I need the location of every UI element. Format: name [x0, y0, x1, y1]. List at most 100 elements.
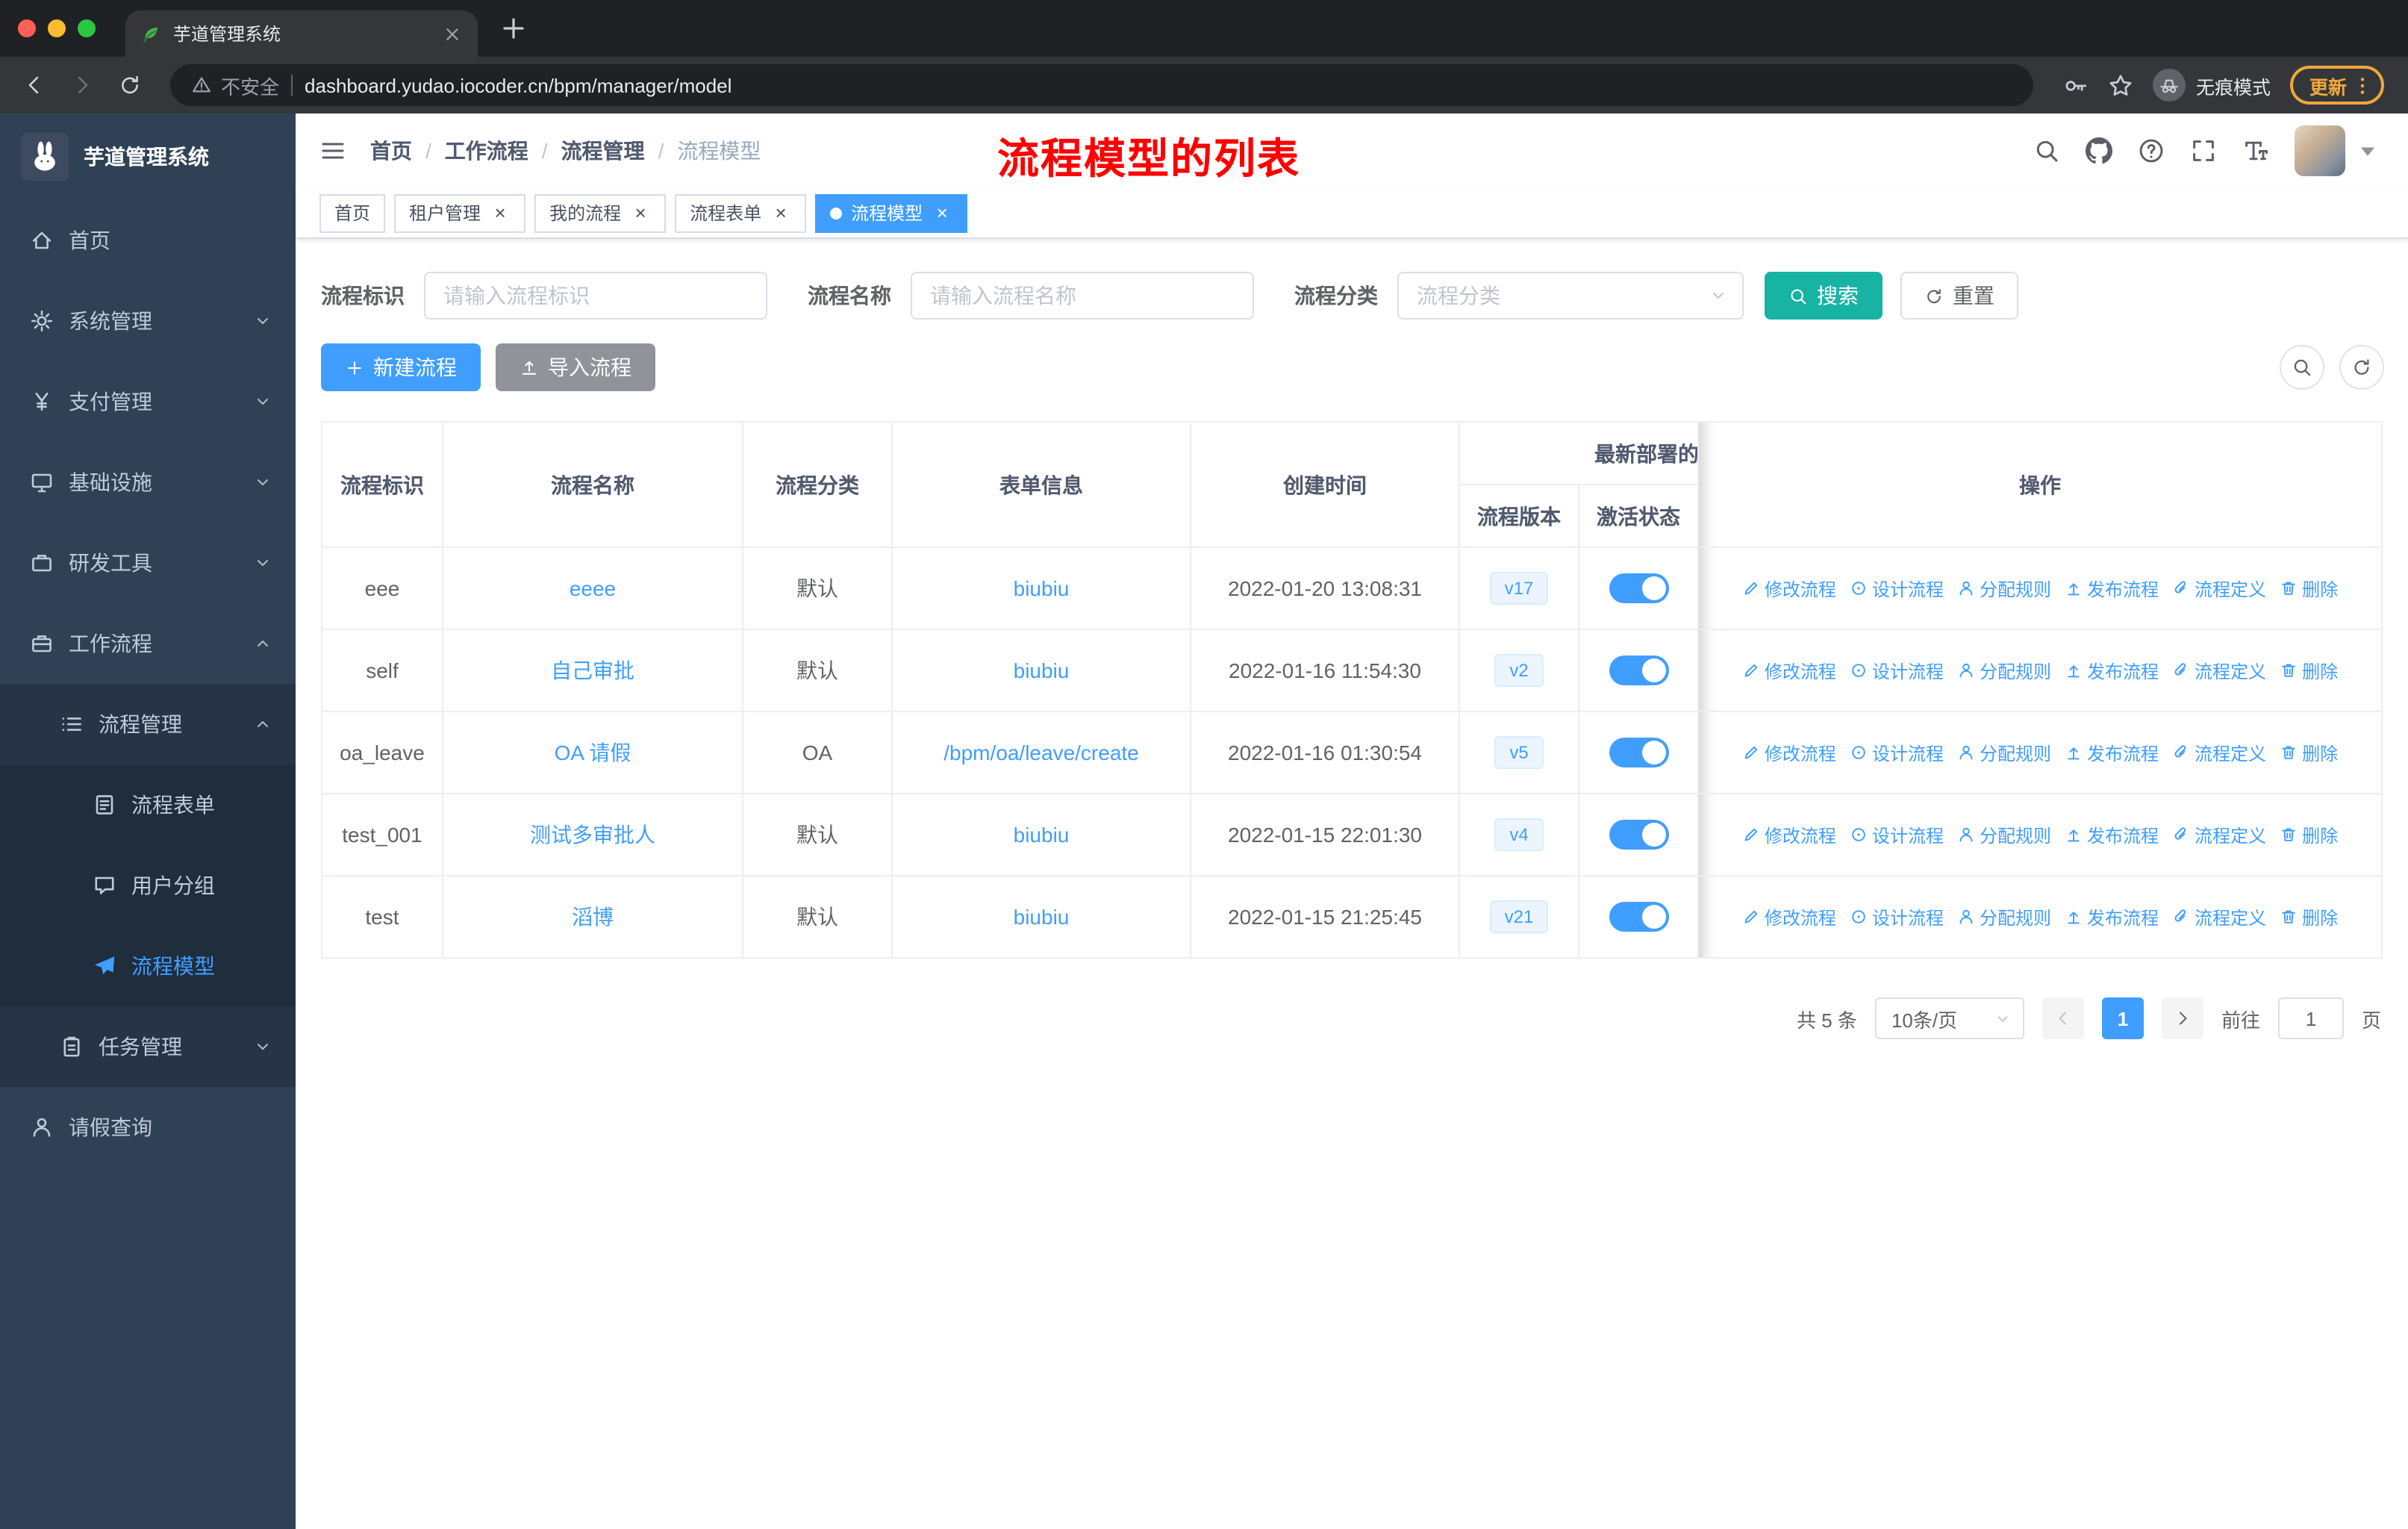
- sidebar-item-task-management[interactable]: 任务管理: [0, 1006, 296, 1087]
- form-info-link[interactable]: /bpm/oa/leave/create: [943, 741, 1139, 764]
- modify-process-link[interactable]: 修改流程: [1742, 576, 1836, 601]
- sidebar-item-devtools[interactable]: 研发工具: [0, 523, 296, 603]
- app-logo[interactable]: 芋道管理系统: [0, 113, 296, 200]
- fullscreen-icon[interactable]: [2190, 137, 2217, 164]
- delete-link[interactable]: 删除: [2280, 576, 2338, 601]
- design-process-link[interactable]: 设计流程: [1850, 904, 1944, 929]
- form-info-link[interactable]: biubiu: [1014, 576, 1070, 600]
- process-definition-link[interactable]: 流程定义: [2172, 904, 2266, 929]
- publish-process-link[interactable]: 发布流程: [2065, 740, 2159, 765]
- sidebar-item-user-group[interactable]: 用户分组: [0, 845, 296, 926]
- assign-rule-link[interactable]: 分配规则: [1957, 740, 2051, 765]
- goto-page-input[interactable]: [2277, 997, 2344, 1039]
- design-process-link[interactable]: 设计流程: [1850, 822, 1944, 847]
- close-icon[interactable]: [630, 202, 651, 223]
- breadcrumb-item[interactable]: 流程管理: [561, 136, 678, 166]
- assign-rule-link[interactable]: 分配规则: [1957, 904, 2051, 929]
- view-tag[interactable]: 流程表单: [675, 193, 807, 232]
- filter-category-select[interactable]: 流程分类: [1397, 272, 1744, 320]
- process-name-link[interactable]: 自己审批: [551, 658, 634, 682]
- sidebar-item-workflow[interactable]: 工作流程: [0, 603, 296, 684]
- design-process-link[interactable]: 设计流程: [1850, 658, 1944, 683]
- form-info-link[interactable]: biubiu: [1014, 905, 1070, 929]
- back-button[interactable]: [15, 66, 54, 105]
- toggle-search-button[interactable]: [2280, 345, 2324, 390]
- view-tag[interactable]: 流程模型: [815, 193, 968, 232]
- delete-link[interactable]: 删除: [2280, 822, 2338, 847]
- prev-page-button[interactable]: [2042, 997, 2084, 1039]
- bookmark-star-icon[interactable]: [2108, 72, 2133, 98]
- close-window-button[interactable]: [18, 19, 36, 37]
- user-menu[interactable]: [2295, 125, 2381, 176]
- minimize-window-button[interactable]: [48, 19, 66, 37]
- publish-process-link[interactable]: 发布流程: [2065, 904, 2159, 929]
- design-process-link[interactable]: 设计流程: [1850, 740, 1944, 765]
- breadcrumb-item[interactable]: 工作流程: [445, 136, 561, 166]
- process-definition-link[interactable]: 流程定义: [2172, 822, 2266, 847]
- process-name-link[interactable]: eeee: [570, 576, 616, 600]
- reset-button[interactable]: 重置: [1900, 272, 2018, 320]
- sidebar-toggle-icon[interactable]: [319, 137, 346, 164]
- import-process-button[interactable]: 导入流程: [496, 343, 655, 391]
- zoom-window-button[interactable]: [78, 19, 96, 37]
- modify-process-link[interactable]: 修改流程: [1742, 658, 1836, 683]
- close-icon[interactable]: [770, 202, 791, 223]
- security-chip[interactable]: 不安全: [191, 71, 279, 99]
- assign-rule-link[interactable]: 分配规则: [1957, 822, 2051, 847]
- filter-key-input[interactable]: [424, 272, 767, 320]
- new-tab-button[interactable]: [499, 13, 528, 43]
- close-icon[interactable]: [490, 202, 511, 223]
- form-info-link[interactable]: biubiu: [1014, 823, 1070, 847]
- design-process-link[interactable]: 设计流程: [1850, 576, 1944, 601]
- font-size-icon[interactable]: [2242, 137, 2269, 164]
- process-name-link[interactable]: 滔博: [572, 905, 614, 929]
- sidebar-item-process-management[interactable]: 流程管理: [0, 684, 296, 764]
- publish-process-link[interactable]: 发布流程: [2065, 576, 2159, 601]
- process-definition-link[interactable]: 流程定义: [2172, 576, 2266, 601]
- help-icon[interactable]: [2138, 137, 2165, 164]
- modify-process-link[interactable]: 修改流程: [1742, 904, 1836, 929]
- process-name-link[interactable]: OA 请假: [555, 741, 631, 764]
- view-tag[interactable]: 首页: [319, 193, 386, 232]
- active-toggle[interactable]: [1609, 738, 1668, 767]
- search-button[interactable]: 搜索: [1765, 272, 1883, 320]
- forward-button[interactable]: [63, 66, 102, 105]
- assign-rule-link[interactable]: 分配规则: [1957, 658, 2051, 683]
- tab-close-icon[interactable]: [442, 23, 463, 44]
- view-tag[interactable]: 租户管理: [394, 193, 526, 232]
- process-definition-link[interactable]: 流程定义: [2172, 658, 2266, 683]
- modify-process-link[interactable]: 修改流程: [1742, 740, 1836, 765]
- sidebar-item-process-form[interactable]: 流程表单: [0, 764, 296, 845]
- key-icon[interactable]: [2063, 72, 2089, 98]
- delete-link[interactable]: 删除: [2280, 658, 2338, 683]
- sidebar-item-process-model[interactable]: 流程模型: [0, 926, 296, 1006]
- refresh-table-button[interactable]: [2339, 345, 2384, 390]
- sidebar-item-leave-query[interactable]: 请假查询: [0, 1087, 296, 1168]
- assign-rule-link[interactable]: 分配规则: [1957, 576, 2051, 601]
- create-process-button[interactable]: 新建流程: [321, 343, 481, 391]
- page-number-1[interactable]: 1: [2101, 997, 2144, 1039]
- modify-process-link[interactable]: 修改流程: [1742, 822, 1836, 847]
- process-definition-link[interactable]: 流程定义: [2172, 740, 2266, 765]
- publish-process-link[interactable]: 发布流程: [2065, 822, 2159, 847]
- sidebar-item-home[interactable]: 首页: [0, 200, 296, 281]
- sidebar-item-infrastructure[interactable]: 基础设施: [0, 442, 296, 523]
- sidebar-item-system-management[interactable]: 系统管理: [0, 281, 296, 361]
- close-icon[interactable]: [932, 202, 952, 223]
- search-icon[interactable]: [2033, 137, 2060, 164]
- delete-link[interactable]: 删除: [2280, 740, 2338, 765]
- view-tag[interactable]: 我的流程: [534, 193, 667, 232]
- browser-tab[interactable]: 芋道管理系统: [125, 10, 478, 57]
- delete-link[interactable]: 删除: [2280, 904, 2338, 929]
- github-icon[interactable]: [2086, 137, 2112, 164]
- url-input[interactable]: 不安全 dashboard.yudao.iocoder.cn/bpm/manag…: [170, 64, 2033, 106]
- breadcrumb-item[interactable]: 首页: [370, 136, 445, 166]
- publish-process-link[interactable]: 发布流程: [2065, 658, 2159, 683]
- active-toggle[interactable]: [1609, 902, 1668, 932]
- sidebar-item-payment-management[interactable]: 支付管理: [0, 361, 296, 442]
- next-page-button[interactable]: [2161, 997, 2203, 1039]
- update-menu-button[interactable]: 更新: [2289, 66, 2384, 105]
- page-size-select[interactable]: 10条/页: [1874, 997, 2024, 1039]
- reload-button[interactable]: [110, 66, 149, 105]
- filter-name-input[interactable]: [911, 272, 1254, 320]
